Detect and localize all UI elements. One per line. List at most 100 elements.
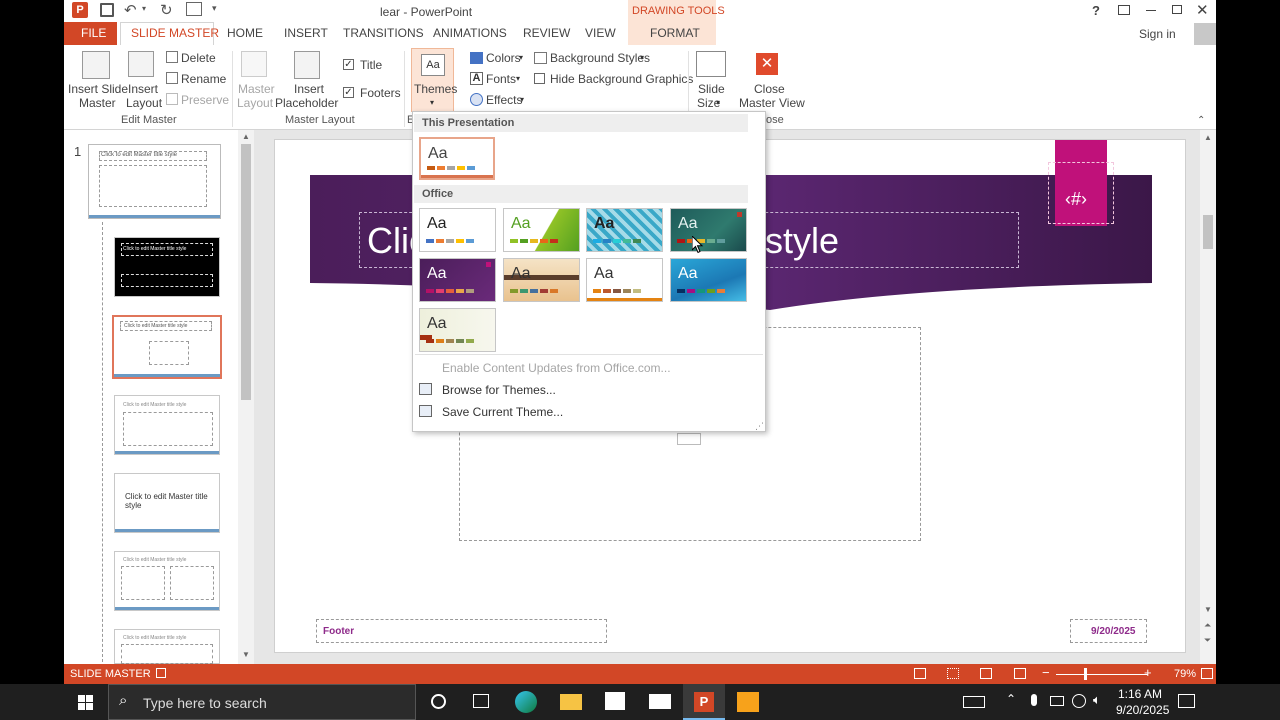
collapse-ribbon-icon[interactable]: ⌃: [1197, 115, 1205, 126]
fit-slide-icon[interactable]: [1201, 668, 1213, 679]
zoom-slider-track[interactable]: [1056, 674, 1148, 675]
layout-thumbnail[interactable]: Click to edit Master title style: [114, 395, 220, 455]
theme-integral[interactable]: Aa: [586, 208, 663, 252]
volume-icon[interactable]: 🔈︎: [1093, 692, 1101, 708]
master-thumbnail[interactable]: Click to edit Master title style: [88, 144, 221, 219]
insert-placeholder-icon[interactable]: [294, 51, 320, 79]
tab-animations[interactable]: ANIMATIONS: [433, 26, 507, 40]
ribbon-display-icon[interactable]: [1118, 5, 1130, 15]
theme-organic[interactable]: Aa: [503, 258, 580, 302]
cortana-icon[interactable]: [431, 694, 446, 709]
thumbnail-pane[interactable]: 1 Click to edit Master title style Click…: [64, 130, 254, 664]
fonts-button[interactable]: Fonts: [486, 72, 516, 86]
zoom-out-button[interactable]: −: [1042, 665, 1050, 680]
keyboard-icon[interactable]: [963, 696, 985, 708]
table-icon[interactable]: [677, 433, 701, 445]
file-explorer-icon[interactable]: [560, 694, 582, 710]
zoom-slider-thumb[interactable]: [1084, 668, 1087, 680]
background-styles-icon[interactable]: [534, 52, 547, 64]
title-checkbox[interactable]: ✓: [343, 59, 354, 70]
editor-scroll-down-icon[interactable]: ▼: [1204, 605, 1212, 614]
tab-insert[interactable]: INSERT: [284, 26, 328, 40]
layout-thumbnail[interactable]: Click to edit Master title style: [114, 551, 220, 611]
colors-icon[interactable]: [470, 52, 483, 64]
save-current-theme[interactable]: Save Current Theme...: [442, 405, 563, 419]
account-avatar[interactable]: [1194, 23, 1216, 45]
editor-scroll-up-icon[interactable]: ▲: [1204, 133, 1212, 142]
tab-view[interactable]: VIEW: [585, 26, 616, 40]
slide-size-icon[interactable]: [696, 51, 726, 77]
footers-checkbox-label[interactable]: Footers: [360, 86, 401, 100]
customize-qat-icon[interactable]: ▾: [212, 3, 217, 14]
layout-thumbnail[interactable]: Click to edit Master title style: [114, 629, 220, 664]
save-theme-icon[interactable]: [419, 405, 432, 417]
mail-icon[interactable]: [649, 694, 671, 709]
editor-scrollbar-handle[interactable]: [1203, 215, 1213, 249]
scroll-up-icon[interactable]: ▲: [242, 132, 250, 141]
insert-placeholder-label-2[interactable]: Placeholder: [275, 96, 338, 110]
next-slide-icon[interactable]: ⏷: [1204, 635, 1211, 646]
close-master-view-icon[interactable]: ✕: [756, 53, 778, 75]
windows-start-icon[interactable]: [78, 695, 93, 710]
slide-sorter-icon[interactable]: [947, 668, 959, 679]
insert-layout-label-2[interactable]: Layout: [126, 96, 162, 110]
theme-ion-boardroom[interactable]: Aa: [670, 208, 747, 252]
tab-review[interactable]: REVIEW: [523, 26, 570, 40]
theme-office[interactable]: Aa: [419, 208, 496, 252]
footers-checkbox[interactable]: ✓: [343, 87, 354, 98]
effects-button[interactable]: Effects: [486, 93, 522, 107]
slide-size-dropdown-icon[interactable]: ▾: [716, 98, 720, 107]
insert-slide-master-label-2[interactable]: Master: [79, 96, 116, 110]
thumb-scrollbar-handle[interactable]: [241, 144, 251, 400]
task-view-icon[interactable]: [473, 694, 489, 708]
theme-ion[interactable]: Aa: [419, 258, 496, 302]
layout-thumbnail[interactable]: Click to edit Master title style: [114, 473, 220, 533]
hide-background-label[interactable]: Hide Background Graphics: [550, 72, 693, 86]
tab-slide-master-label[interactable]: SLIDE MASTER: [131, 26, 219, 40]
show-hidden-icons[interactable]: ⌃: [1006, 692, 1016, 706]
colors-dropdown-icon[interactable]: ▾: [519, 53, 523, 62]
accessibility-icon[interactable]: [156, 668, 166, 678]
restore-icon[interactable]: [1172, 5, 1182, 14]
theme-slice[interactable]: Aa: [670, 258, 747, 302]
slideshow-icon[interactable]: [1014, 668, 1026, 679]
footer-placeholder[interactable]: [316, 619, 607, 643]
close-icon[interactable]: ✕: [1196, 1, 1209, 19]
search-placeholder[interactable]: Type here to search: [143, 695, 267, 711]
themes-dropdown-icon[interactable]: ▾: [430, 98, 434, 107]
browse-for-themes[interactable]: Browse for Themes...: [442, 383, 556, 397]
undo-dropdown-icon[interactable]: ▾: [142, 4, 146, 13]
microphone-icon[interactable]: [1031, 694, 1037, 706]
minimize-icon[interactable]: [1146, 10, 1156, 11]
theme-retrospect[interactable]: Aa: [586, 258, 663, 302]
hide-background-checkbox[interactable]: [534, 73, 545, 84]
insert-layout-label-1[interactable]: Insert: [128, 82, 158, 96]
theme-wisp[interactable]: Aa: [419, 308, 496, 352]
powerpoint-taskbar-icon[interactable]: P: [694, 692, 714, 712]
slide-size-label-1[interactable]: Slide: [698, 82, 725, 96]
theme-current[interactable]: Aa: [419, 137, 495, 180]
close-master-view-label-1[interactable]: Close: [754, 82, 785, 96]
notes-icon[interactable]: [914, 668, 926, 679]
tab-format[interactable]: FORMAT: [650, 26, 700, 40]
save-icon[interactable]: [100, 3, 114, 17]
themes-gallery[interactable]: This Presentation Aa Office Aa Aa Aa Aa …: [412, 111, 766, 432]
insert-slide-master-label-1[interactable]: Insert Slide: [68, 82, 128, 96]
resize-grip-icon[interactable]: ⋰: [755, 421, 764, 432]
delete-button[interactable]: Delete: [181, 51, 216, 65]
insert-slide-master-icon[interactable]: [82, 51, 110, 79]
clock-date[interactable]: 9/20/2025: [1116, 703, 1169, 717]
tab-file-label[interactable]: FILE: [81, 26, 106, 40]
background-styles-button[interactable]: Background Styles: [550, 51, 650, 65]
tab-transitions[interactable]: TRANSITIONS: [343, 26, 424, 40]
effects-dropdown-icon[interactable]: ▾: [520, 95, 524, 104]
app-taskbar-icon[interactable]: [737, 692, 759, 712]
fonts-icon[interactable]: A: [470, 72, 483, 85]
start-from-beginning-icon[interactable]: [186, 2, 202, 16]
insert-placeholder-label-1[interactable]: Insert: [294, 82, 324, 96]
browse-themes-icon[interactable]: [419, 383, 432, 395]
delete-icon[interactable]: [166, 51, 178, 63]
themes-icon[interactable]: Aa: [421, 54, 445, 76]
reading-view-icon[interactable]: [980, 668, 992, 679]
network-icon[interactable]: [1072, 694, 1086, 708]
